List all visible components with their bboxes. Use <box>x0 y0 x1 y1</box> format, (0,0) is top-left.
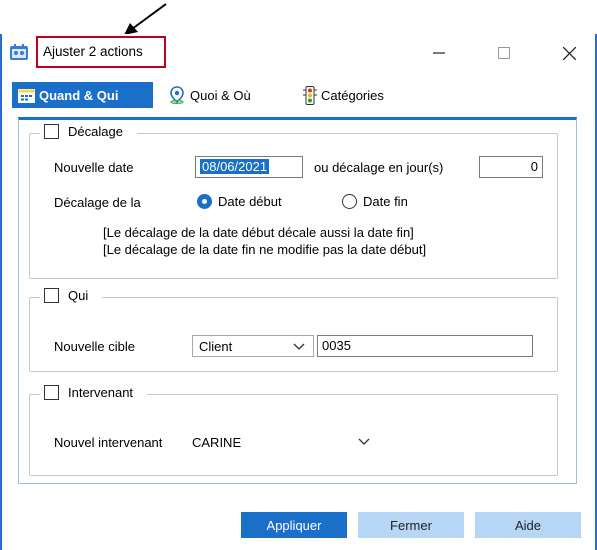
target-type-select[interactable]: Client <box>192 335 314 357</box>
chevron-down-icon <box>358 438 370 445</box>
app-icon <box>10 44 28 60</box>
window-title: Ajuster 2 actions <box>36 36 166 68</box>
decalage-checkbox[interactable] <box>44 124 59 139</box>
tab-label: Quoi & Où <box>190 87 251 103</box>
dialog-window: Ajuster 2 actions Quand & Qui Quoi & Où … <box>0 34 597 550</box>
decalage-note-1: [Le décalage de la date début décale aus… <box>103 225 414 240</box>
close-button[interactable] <box>547 34 592 72</box>
offset-label: ou décalage en jour(s) <box>314 160 444 175</box>
intervenant-legend: Intervenant <box>40 385 148 400</box>
minimize-icon <box>432 52 445 54</box>
intervenant-label: Intervenant <box>68 385 134 400</box>
map-pin-icon <box>170 86 184 104</box>
intervenant-group: Intervenant Nouvel intervenant CARINE <box>29 385 558 476</box>
tab-quand-qui[interactable]: Quand & Qui <box>12 82 153 108</box>
offset-days-field[interactable]: 0 <box>479 156 543 178</box>
radio-selected-icon <box>197 194 212 209</box>
decalage-group: Décalage Nouvelle date 08/06/2021 ou déc… <box>29 124 558 279</box>
radio-date-fin-label: Date fin <box>363 194 408 209</box>
new-date-field[interactable]: 08/06/2021 <box>195 156 303 178</box>
decalage-label: Décalage <box>68 124 123 139</box>
qui-group: Qui Nouvelle cible Client 0035 <box>29 288 558 372</box>
new-date-value: 08/06/2021 <box>200 159 270 174</box>
tab-bar: Quand & Qui Quoi & Où Catégories <box>12 82 592 108</box>
intervenant-select[interactable]: CARINE <box>192 431 378 453</box>
apply-button[interactable]: Appliquer <box>241 512 347 538</box>
new-target-label: Nouvelle cible <box>54 339 135 354</box>
qui-label: Qui <box>68 288 89 303</box>
intervenant-checkbox[interactable] <box>44 385 59 400</box>
new-date-label: Nouvelle date <box>54 160 134 175</box>
radio-unselected-icon <box>342 194 357 209</box>
maximize-icon <box>497 47 510 59</box>
decalage-legend: Décalage <box>40 124 137 139</box>
tab-panel: Décalage Nouvelle date 08/06/2021 ou déc… <box>18 117 577 484</box>
qui-checkbox[interactable] <box>44 288 59 303</box>
qui-legend: Qui <box>40 288 103 303</box>
help-button[interactable]: Aide <box>475 512 581 538</box>
close-dialog-button[interactable]: Fermer <box>358 512 464 538</box>
new-intervenant-label: Nouvel intervenant <box>54 435 163 450</box>
target-type-value: Client <box>199 338 233 354</box>
calendar-icon <box>18 88 35 103</box>
offset-of-label: Décalage de la <box>54 195 141 210</box>
radio-date-debut-label: Date début <box>218 194 282 209</box>
close-icon <box>563 46 576 60</box>
decalage-note-2: [Le décalage de la date fin ne modifie p… <box>103 242 427 257</box>
target-value-field[interactable]: 0035 <box>317 335 533 357</box>
radio-date-debut[interactable]: Date début <box>197 194 282 209</box>
traffic-light-icon <box>303 85 317 105</box>
radio-date-fin[interactable]: Date fin <box>342 194 408 209</box>
minimize-button[interactable] <box>416 34 461 72</box>
tab-label: Quand & Qui <box>39 87 119 103</box>
tab-quoi-ou[interactable]: Quoi & Où <box>162 82 257 108</box>
chevron-down-icon <box>293 343 305 350</box>
intervenant-value: CARINE <box>192 434 242 450</box>
tab-categories[interactable]: Catégories <box>297 82 390 108</box>
tab-label: Catégories <box>321 87 384 103</box>
title-bar: Ajuster 2 actions <box>2 34 595 72</box>
maximize-button[interactable] <box>481 34 526 72</box>
